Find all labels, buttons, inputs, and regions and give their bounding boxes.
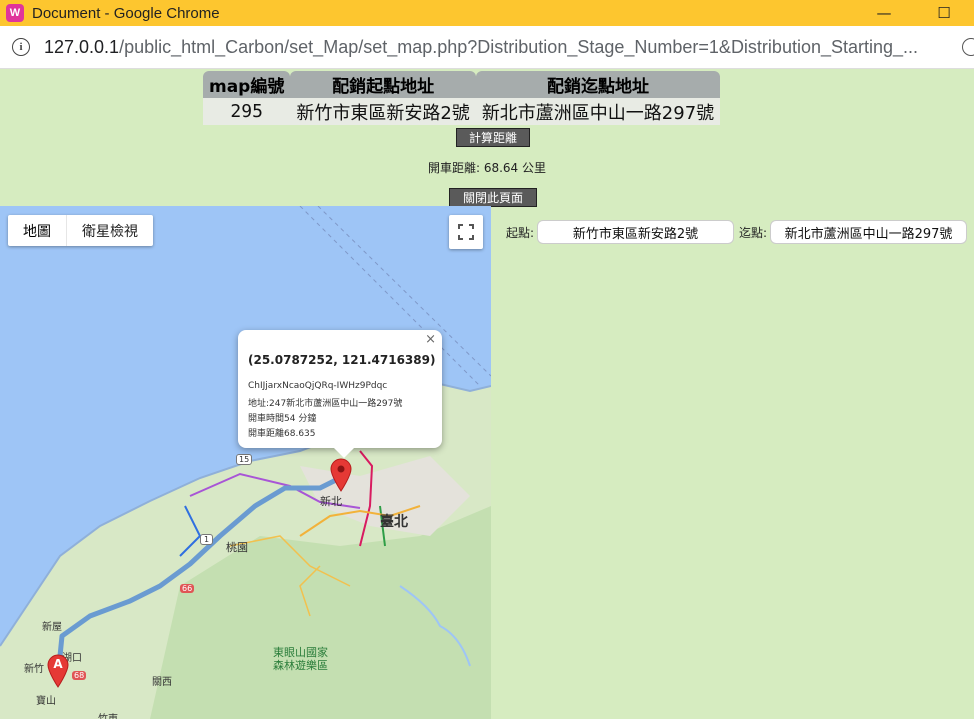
zoom-icon[interactable] [962,38,974,56]
start-label: 起點: [506,226,535,240]
map-label-park2: 森林遊樂區 [273,659,328,672]
start-marker-icon[interactable]: A [47,654,69,688]
header-map-number: map編號 [203,71,291,98]
map-type-control: 地圖 衛星檢視 [8,215,153,246]
info-coordinates: (25.0787252, 121.4716389) [248,353,436,367]
map-info-window: × (25.0787252, 121.4716389) ChIJjarxNcao… [238,330,442,458]
info-address: 地址:247新北市蘆洲區中山一路297號 [248,399,403,409]
table-row: 295 新竹市東區新安路2號 新北市蘆洲區中山一路297號 [203,98,721,125]
url-path: /public_html_Carbon/set_Map/set_map.php?… [119,37,919,57]
header-end-address: 配銷迄點地址 [475,71,721,98]
map-type-satellite-button[interactable]: 衛星檢視 [67,215,153,246]
url-text[interactable]: 127.0.0.1/public_html_Carbon/set_Map/set… [44,37,918,58]
fullscreen-button[interactable] [449,215,483,249]
info-drive-time: 開車時間54 分鐘 [248,414,317,424]
driving-distance-text: 開車距離: 68.64 公里 [427,161,547,175]
map-label-xinwu: 新屋 [42,622,62,633]
highway-66-badge: 66 [180,584,195,593]
address-bar[interactable]: i 127.0.0.1/public_html_Carbon/set_Map/s… [0,26,974,69]
close-icon[interactable]: × [425,332,436,347]
info-icon[interactable]: i [12,38,30,56]
cell-start-address: 新竹市東區新安路2號 [290,98,476,125]
map-label-xinbei: 新北 [320,495,342,508]
map-label-guanxi: 關西 [152,677,172,688]
map-label-zhudong: 竹東 [98,710,118,719]
map-label-baoshan: 寶山 [36,696,56,707]
info-drive-distance: 開車距離68.635 [248,429,316,439]
end-label: 迄點: [739,226,768,240]
destination-marker-icon[interactable] [330,458,352,492]
cell-end-address: 新北市蘆洲區中山一路297號 [475,98,721,125]
app-icon: W [6,4,24,22]
google-map[interactable]: 新北 臺北 桃園 新屋 湖口 新竹 寶山 竹北 關西 東眼山國家 森林遊樂區 竹… [0,206,491,719]
info-place-id: ChIJjarxNcaoQjQRq-IWHz9Pdqc [248,381,388,391]
end-input[interactable]: 新北市蘆洲區中山一路297號 [770,220,967,244]
map-label-taoyuan: 桃園 [226,541,248,554]
highway-15-badge: 15 [236,454,253,465]
fullscreen-icon [458,224,474,240]
header-start-address: 配銷起點地址 [290,71,476,98]
window-titlebar: W Document - Google Chrome — ☐ [0,0,974,26]
calculate-distance-button[interactable]: 計算距離 [456,128,530,147]
map-label-hsinchu: 新竹 [24,664,44,675]
map-info-table: map編號 配銷起點地址 配銷迄點地址 295 新竹市東區新安路2號 新北市蘆洲… [203,71,721,125]
start-marker-label: A [53,657,63,671]
url-host: 127.0.0.1 [44,37,120,57]
cell-map-number: 295 [203,98,291,125]
map-type-map-button[interactable]: 地圖 [8,215,67,246]
minimize-button[interactable]: — [854,0,914,26]
window-title: Document - Google Chrome [32,4,220,22]
maximize-button[interactable]: ☐ [914,0,974,26]
map-label-taipei: 臺北 [380,514,408,530]
start-input[interactable]: 新竹市東區新安路2號 [537,220,734,244]
highway-68-badge: 68 [72,671,87,680]
close-page-button[interactable]: 關閉此頁面 [449,188,537,207]
highway-1-badge: 1 [200,534,214,545]
